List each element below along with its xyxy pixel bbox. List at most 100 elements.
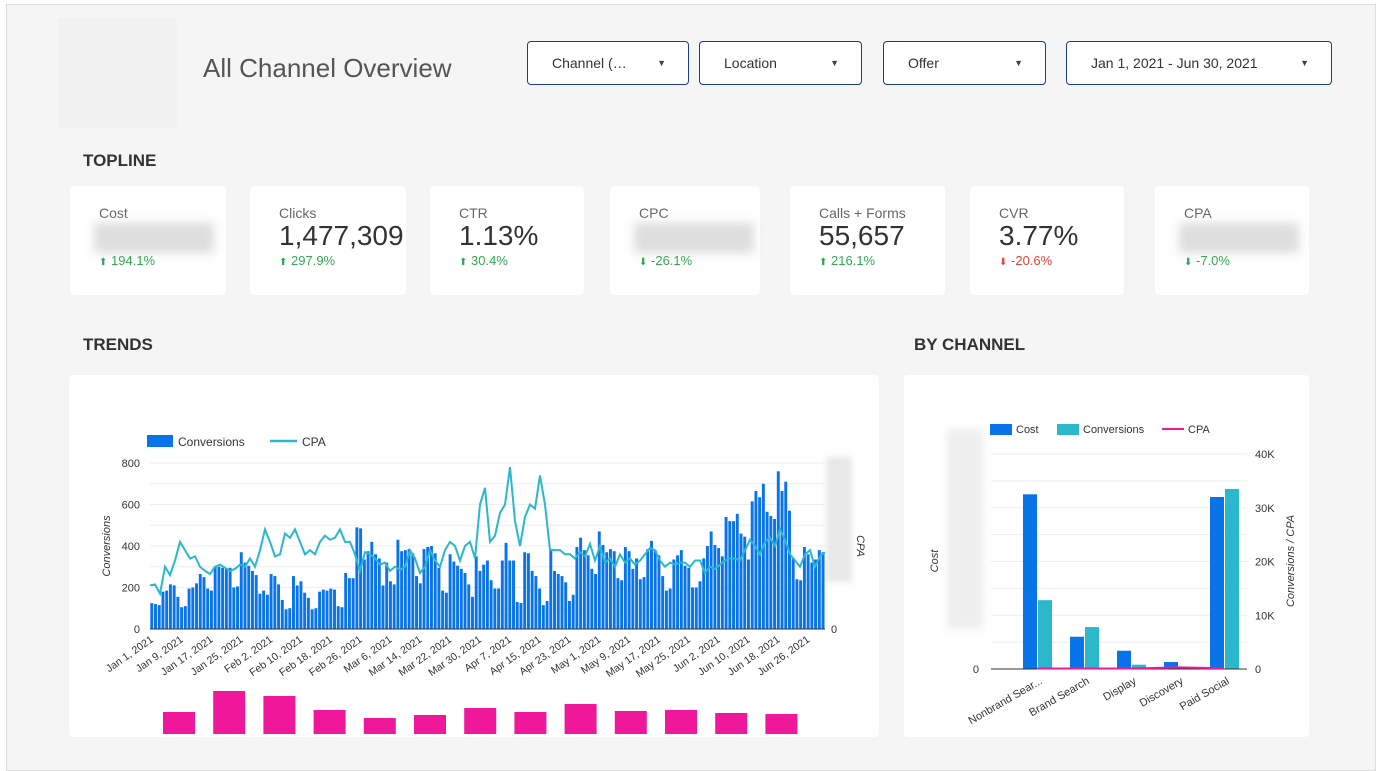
conversions-bar — [526, 553, 530, 629]
kpi-value-redacted — [94, 223, 214, 253]
cpa-period-bar — [414, 715, 446, 734]
conversions-bar — [224, 568, 228, 629]
channel-filter[interactable]: Channel (… ▼ — [527, 41, 689, 85]
conversions-bar — [448, 554, 452, 629]
conversions-bar — [217, 566, 221, 629]
conversions-bar — [795, 579, 799, 629]
conversions-bar — [471, 596, 474, 629]
conversions-bar — [512, 560, 515, 629]
conversions-bar — [165, 590, 169, 629]
trends-chart: 02004006008000Conversions CPAJan 1, 2021J… — [101, 435, 866, 734]
conversions-bar — [314, 608, 318, 629]
conversions-bar — [284, 609, 288, 629]
conversions-bar — [500, 560, 504, 629]
conversions-bar — [687, 567, 691, 629]
by-channel-heading: BY CHANNEL — [914, 335, 1026, 354]
conversions-bar — [523, 552, 527, 629]
conversions-bar — [1085, 627, 1099, 669]
conversions-bar — [627, 551, 631, 629]
kpi-change-value: -20.6% — [1011, 253, 1053, 268]
conversions-bar — [821, 552, 825, 629]
cost-bar — [1023, 494, 1037, 669]
conversions-bar — [321, 589, 325, 629]
conversions-bar — [754, 491, 758, 629]
conversions-bar — [631, 568, 635, 629]
conversions-bar — [157, 605, 161, 629]
conversions-bar — [318, 591, 322, 629]
conversions-bar — [374, 554, 377, 629]
conversions-bar — [799, 580, 803, 629]
conversions-bar — [672, 559, 676, 629]
cost-bar — [1210, 497, 1224, 669]
conversions-bar — [269, 574, 273, 629]
kpi-change-value: 194.1% — [111, 253, 156, 268]
conversions-bar — [265, 594, 269, 629]
conversions-bar — [788, 510, 791, 629]
kpi-value: 1.13% — [459, 220, 539, 251]
conversions-bar — [388, 581, 392, 629]
kpi-card-cost: Cost ⬆ 194.1% — [70, 186, 226, 295]
x-tick-label: Paid Social — [1178, 675, 1232, 713]
conversions-bar — [676, 555, 680, 629]
kpi-change: ⬇ -20.6% — [999, 253, 1052, 268]
y-axis-title: Cost — [929, 549, 941, 573]
conversions-bar — [605, 552, 609, 629]
conversions-bar — [407, 549, 411, 629]
conversions-bar — [154, 604, 157, 629]
conversions-bar — [590, 568, 594, 629]
conversions-bar — [758, 497, 762, 629]
channel-filter-label: Channel (… — [552, 55, 627, 71]
arrow-up-icon: ⬆ — [459, 257, 468, 268]
conversions-bar — [303, 592, 307, 629]
conversions-bar — [295, 585, 299, 629]
conversions-bar — [325, 590, 329, 629]
y-tick-label: 600 — [122, 500, 140, 512]
cpa-period-bar — [363, 718, 396, 734]
offer-filter[interactable]: Offer ▼ — [883, 41, 1046, 85]
conversions-bar — [594, 574, 598, 629]
caret-down-icon: ▼ — [1300, 58, 1309, 68]
conversions-bar — [168, 584, 172, 629]
kpi-label: Clicks — [279, 205, 317, 221]
conversions-bar — [366, 551, 370, 629]
conversions-bar — [400, 551, 404, 629]
legend-conversions-swatch — [147, 435, 173, 447]
conversions-bar — [228, 567, 232, 629]
conversions-bar — [538, 588, 542, 629]
conversions-bar — [728, 521, 732, 629]
conversions-bar — [635, 558, 639, 629]
y-tick-label: 400 — [122, 541, 140, 553]
conversions-bar — [411, 553, 415, 629]
conversions-bar — [646, 549, 650, 629]
conversions-bar — [705, 546, 709, 629]
conversions-bar — [180, 607, 184, 629]
conversions-bar — [340, 607, 344, 629]
conversions-bar — [336, 606, 340, 629]
conversions-bar — [810, 562, 814, 629]
legend-cost-swatch — [990, 424, 1012, 435]
cost-bar — [1117, 650, 1131, 669]
cpa-period-bar — [514, 712, 547, 734]
y2-axis-redacted — [826, 457, 852, 582]
conversions-bar — [344, 572, 348, 629]
conversions-bar — [717, 548, 721, 629]
location-filter[interactable]: Location ▼ — [699, 41, 862, 85]
conversions-bar — [441, 590, 445, 629]
conversions-bar — [497, 588, 501, 629]
cpa-period-bar — [313, 710, 346, 734]
conversions-bar — [209, 590, 213, 629]
date-range-picker[interactable]: Jan 1, 2021 - Jun 30, 2021 ▼ — [1066, 41, 1332, 85]
conversions-bar — [355, 527, 359, 629]
kpi-card-ctr: CTR 1.13% ⬆ 30.4% — [430, 186, 584, 295]
conversions-bar — [724, 516, 728, 629]
y2-tick-label: 40K — [1255, 449, 1275, 461]
legend-conversions-label: Conversions — [1083, 424, 1145, 436]
conversions-bar — [664, 590, 668, 629]
conversions-bar — [657, 555, 661, 629]
y2-tick-label: 30K — [1255, 503, 1275, 515]
kpi-label: Cost — [99, 205, 128, 221]
conversions-bar — [467, 584, 471, 629]
kpi-card-cpc: CPC ⬇ -26.1% — [610, 186, 760, 295]
conversions-bar — [418, 583, 422, 629]
conversions-bar — [519, 603, 523, 629]
